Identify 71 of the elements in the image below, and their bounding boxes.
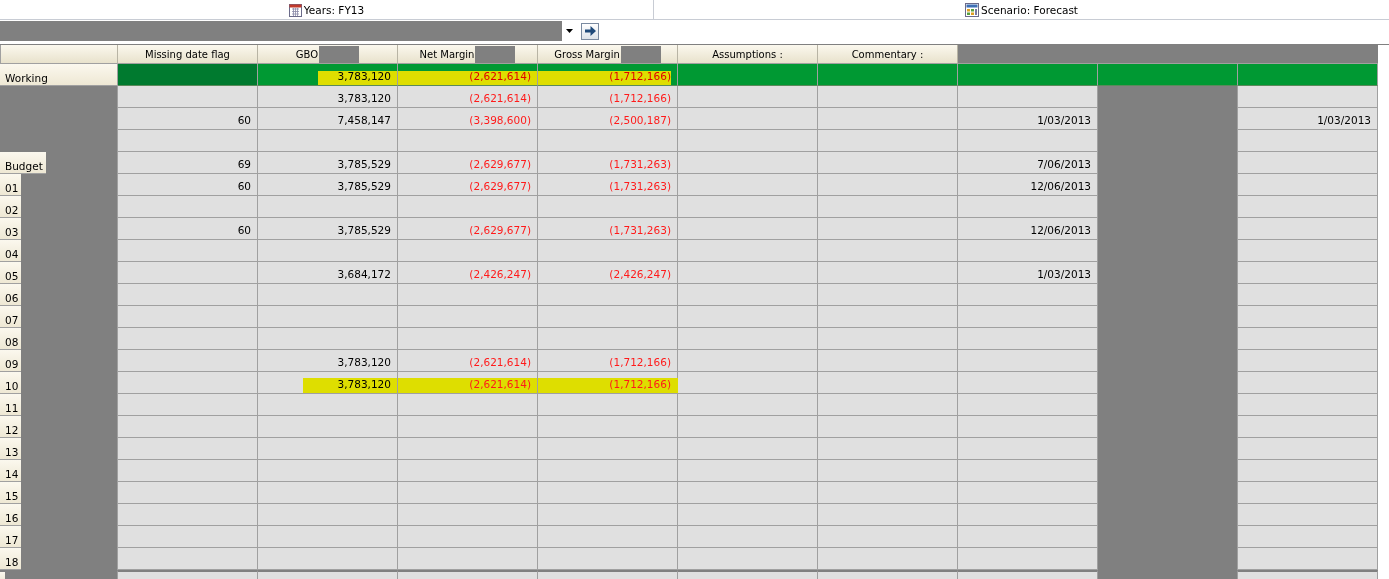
row-header[interactable]: 13 <box>0 438 118 460</box>
table-cell: 7,458,147 <box>258 108 398 130</box>
table-cell: 60 <box>118 174 258 196</box>
table-cell: 7/06/2013 <box>958 152 1098 174</box>
table-cell: (1,712,166) <box>538 350 678 372</box>
row-header[interactable]: 12 <box>0 416 118 438</box>
row-header[interactable]: 07 <box>0 306 118 328</box>
table-cell: 1/03/2013 <box>1238 108 1378 130</box>
table-cell: 3,783,120 <box>258 350 398 372</box>
table-cell: (2,621,614) <box>398 64 538 86</box>
row-header[interactable]: Budget <box>0 152 118 174</box>
row-header[interactable]: 17 <box>0 526 118 548</box>
row-header[interactable]: 04 <box>0 240 118 262</box>
table-cell: 12/06/2013 <box>958 174 1098 196</box>
table-cell: (1,712,166) <box>538 64 678 86</box>
row-header[interactable]: 05 <box>0 262 118 284</box>
table-cell: 1/03/2013 <box>958 262 1098 284</box>
row-header[interactable]: 11 <box>0 394 118 416</box>
row-header[interactable]: 15 <box>0 482 118 504</box>
row-header[interactable]: 09 <box>0 350 118 372</box>
row-header[interactable]: 03 <box>0 218 118 240</box>
column-header[interactable]: Commentary : <box>818 45 958 64</box>
row-header[interactable]: 02 <box>0 196 118 218</box>
row-header[interactable]: 16 <box>0 504 118 526</box>
table-cell: 60 <box>118 218 258 240</box>
table-cell: (2,629,677) <box>398 218 538 240</box>
column-header[interactable]: Assumptions : <box>678 45 818 64</box>
table-cell: 60 <box>118 108 258 130</box>
pov-selector[interactable]: Years: FY13 <box>288 2 365 17</box>
row-header[interactable]: 08 <box>0 328 118 350</box>
row-header[interactable]: Working <box>0 64 118 86</box>
table-cell: 3,785,529 <box>258 174 398 196</box>
table-cell: (2,426,247) <box>538 262 678 284</box>
row-header[interactable]: 18 <box>0 548 118 570</box>
calendar-icon <box>288 2 302 17</box>
table-cell: 3,783,120 <box>258 372 398 394</box>
table-cell: 3,785,529 <box>258 218 398 240</box>
table-cell: (1,731,263) <box>538 218 678 240</box>
table-cell: (2,500,187) <box>538 108 678 130</box>
pov-selector[interactable]: Scenario: Forecast <box>965 2 1078 17</box>
go-button[interactable] <box>581 22 599 40</box>
column-header[interactable]: Net Margin <box>398 45 538 64</box>
table-cell: (1,731,263) <box>538 152 678 174</box>
table-cell: 12/06/2013 <box>958 218 1098 240</box>
table-cell: (2,621,614) <box>398 350 538 372</box>
row-header[interactable]: 06 <box>0 284 118 306</box>
table-cell: 3,783,120 <box>258 64 398 86</box>
grid-icon <box>965 2 979 17</box>
table-cell: (1,712,166) <box>538 372 678 394</box>
table-cell: (2,426,247) <box>398 262 538 284</box>
table-cell: (1,712,166) <box>538 86 678 108</box>
row-header[interactable] <box>0 570 118 579</box>
row-header[interactable]: 01 <box>0 174 118 196</box>
row-header[interactable]: 14 <box>0 460 118 482</box>
row-header[interactable]: 10 <box>0 372 118 394</box>
table-cell: 3,785,529 <box>258 152 398 174</box>
table-cell: 3,684,172 <box>258 262 398 284</box>
table-cell: (2,621,614) <box>398 86 538 108</box>
arrow-icon <box>584 26 596 36</box>
column-header[interactable]: GBO <box>258 45 398 64</box>
table-cell: (3,398,600) <box>398 108 538 130</box>
table-cell: (2,621,614) <box>398 372 538 394</box>
table-cell: (1,731,263) <box>538 174 678 196</box>
table-cell: 69 <box>118 152 258 174</box>
table-cell: 1/03/2013 <box>958 108 1098 130</box>
table-cell: (2,629,677) <box>398 152 538 174</box>
table-cell: (2,629,677) <box>398 174 538 196</box>
table-cell: 3,783,120 <box>258 86 398 108</box>
column-header[interactable]: Missing date flag <box>118 45 258 64</box>
caret-icon[interactable] <box>566 29 573 33</box>
column-header[interactable]: Gross Margin <box>538 45 678 64</box>
